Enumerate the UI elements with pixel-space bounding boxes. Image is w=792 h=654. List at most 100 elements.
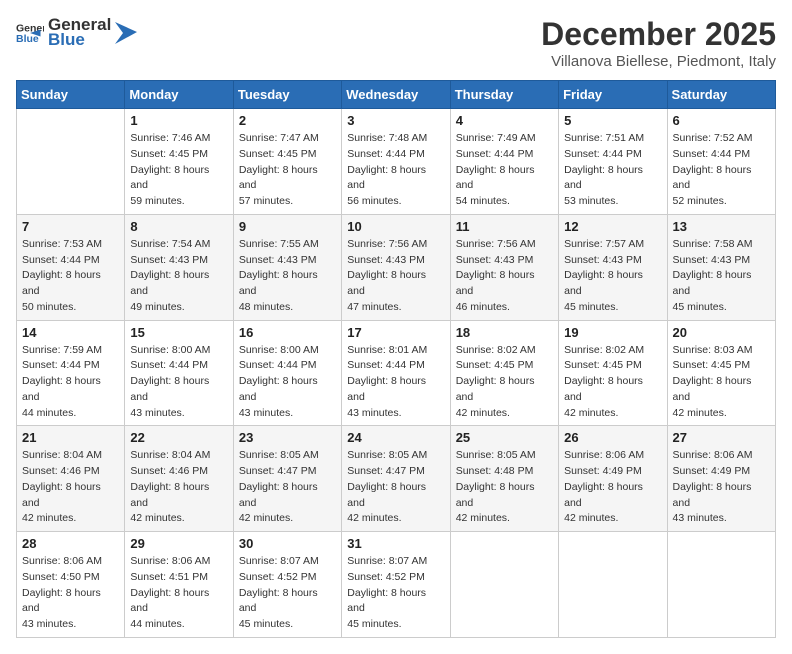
day-info: Sunrise: 7:57 AMSunset: 4:43 PMDaylight:…	[564, 237, 661, 316]
day-info: Sunrise: 7:56 AMSunset: 4:43 PMDaylight:…	[347, 237, 444, 316]
day-info: Sunrise: 7:56 AMSunset: 4:43 PMDaylight:…	[456, 237, 553, 316]
day-info: Sunrise: 8:02 AMSunset: 4:45 PMDaylight:…	[456, 343, 553, 422]
calendar-week-row: 7Sunrise: 7:53 AMSunset: 4:44 PMDaylight…	[17, 214, 776, 320]
day-number: 25	[456, 430, 553, 445]
calendar-cell: 24 Sunrise: 8:05 AMSunset: 4:47 PMDayligh…	[342, 426, 450, 532]
day-info: Sunrise: 8:01 AMSunset: 4:44 PMDaylight:…	[347, 343, 444, 422]
calendar-cell: 10 Sunrise: 7:56 AMSunset: 4:43 PMDayligh…	[342, 214, 450, 320]
calendar-cell: 3Sunrise: 7:48 AMSunset: 4:44 PMDaylight…	[342, 109, 450, 215]
calendar-cell	[667, 532, 775, 638]
calendar-cell	[559, 532, 667, 638]
weekday-header-friday: Friday	[559, 81, 667, 109]
logo-arrow-icon	[115, 22, 137, 44]
day-info: Sunrise: 8:04 AMSunset: 4:46 PMDaylight:…	[130, 448, 227, 527]
day-info: Sunrise: 8:04 AMSunset: 4:46 PMDaylight:…	[22, 448, 119, 527]
day-info: Sunrise: 8:05 AMSunset: 4:47 PMDaylight:…	[347, 448, 444, 527]
calendar-week-row: 28Sunrise: 8:06 AMSunset: 4:50 PMDayligh…	[17, 532, 776, 638]
calendar-cell: 19 Sunrise: 8:02 AMSunset: 4:45 PMDayligh…	[559, 320, 667, 426]
day-info: Sunrise: 7:47 AMSunset: 4:45 PMDaylight:…	[239, 131, 336, 210]
calendar-cell: 15Sunrise: 8:00 AMSunset: 4:44 PMDayligh…	[125, 320, 233, 426]
calendar-cell: 13 Sunrise: 7:58 AMSunset: 4:43 PMDayligh…	[667, 214, 775, 320]
calendar-cell: 30 Sunrise: 8:07 AMSunset: 4:52 PMDayligh…	[233, 532, 341, 638]
day-number: 2	[239, 113, 336, 128]
weekday-header-tuesday: Tuesday	[233, 81, 341, 109]
day-info: Sunrise: 7:53 AMSunset: 4:44 PMDaylight:…	[22, 237, 119, 316]
calendar-cell: 9 Sunrise: 7:55 AMSunset: 4:43 PMDaylight…	[233, 214, 341, 320]
weekday-header-wednesday: Wednesday	[342, 81, 450, 109]
svg-text:Blue: Blue	[16, 32, 39, 44]
calendar-cell	[17, 109, 125, 215]
day-number: 29	[130, 536, 227, 551]
day-info: Sunrise: 8:05 AMSunset: 4:48 PMDaylight:…	[456, 448, 553, 527]
calendar-cell: 26 Sunrise: 8:06 AMSunset: 4:49 PMDayligh…	[559, 426, 667, 532]
day-number: 26	[564, 430, 661, 445]
location-subtitle: Villanova Biellese, Piedmont, Italy	[541, 53, 776, 70]
day-number: 17	[347, 325, 444, 340]
calendar-cell: 5 Sunrise: 7:51 AMSunset: 4:44 PMDaylight…	[559, 109, 667, 215]
logo-icon: General Blue	[16, 19, 44, 47]
calendar-cell: 7Sunrise: 7:53 AMSunset: 4:44 PMDaylight…	[17, 214, 125, 320]
day-number: 6	[673, 113, 770, 128]
calendar-week-row: 1 Sunrise: 7:46 AMSunset: 4:45 PMDaylight…	[17, 109, 776, 215]
calendar-table: SundayMondayTuesdayWednesdayThursdayFrid…	[16, 80, 776, 638]
day-number: 27	[673, 430, 770, 445]
day-number: 19	[564, 325, 661, 340]
day-info: Sunrise: 7:46 AMSunset: 4:45 PMDaylight:…	[130, 131, 227, 210]
day-info: Sunrise: 7:54 AMSunset: 4:43 PMDaylight:…	[130, 237, 227, 316]
calendar-cell: 16 Sunrise: 8:00 AMSunset: 4:44 PMDayligh…	[233, 320, 341, 426]
day-info: Sunrise: 8:06 AMSunset: 4:49 PMDaylight:…	[673, 448, 770, 527]
weekday-header-row: SundayMondayTuesdayWednesdayThursdayFrid…	[17, 81, 776, 109]
day-info: Sunrise: 7:58 AMSunset: 4:43 PMDaylight:…	[673, 237, 770, 316]
day-info: Sunrise: 8:06 AMSunset: 4:49 PMDaylight:…	[564, 448, 661, 527]
day-number: 20	[673, 325, 770, 340]
title-area: December 2025 Villanova Biellese, Piedmo…	[541, 16, 776, 70]
day-info: Sunrise: 8:00 AMSunset: 4:44 PMDaylight:…	[130, 343, 227, 422]
day-number: 21	[22, 430, 119, 445]
calendar-cell: 1 Sunrise: 7:46 AMSunset: 4:45 PMDaylight…	[125, 109, 233, 215]
day-number: 16	[239, 325, 336, 340]
calendar-cell: 28Sunrise: 8:06 AMSunset: 4:50 PMDayligh…	[17, 532, 125, 638]
calendar-cell: 20 Sunrise: 8:03 AMSunset: 4:45 PMDayligh…	[667, 320, 775, 426]
day-number: 13	[673, 219, 770, 234]
calendar-week-row: 14Sunrise: 7:59 AMSunset: 4:44 PMDayligh…	[17, 320, 776, 426]
calendar-cell: 12Sunrise: 7:57 AMSunset: 4:43 PMDayligh…	[559, 214, 667, 320]
day-number: 1	[130, 113, 227, 128]
day-info: Sunrise: 8:00 AMSunset: 4:44 PMDaylight:…	[239, 343, 336, 422]
calendar-cell: 23 Sunrise: 8:05 AMSunset: 4:47 PMDayligh…	[233, 426, 341, 532]
day-info: Sunrise: 7:48 AMSunset: 4:44 PMDaylight:…	[347, 131, 444, 210]
weekday-header-sunday: Sunday	[17, 81, 125, 109]
day-number: 23	[239, 430, 336, 445]
calendar-cell: 22 Sunrise: 8:04 AMSunset: 4:46 PMDayligh…	[125, 426, 233, 532]
calendar-cell: 6 Sunrise: 7:52 AMSunset: 4:44 PMDaylight…	[667, 109, 775, 215]
day-info: Sunrise: 8:07 AMSunset: 4:52 PMDaylight:…	[239, 554, 336, 633]
calendar-cell: 18 Sunrise: 8:02 AMSunset: 4:45 PMDayligh…	[450, 320, 558, 426]
calendar-cell: 21 Sunrise: 8:04 AMSunset: 4:46 PMDayligh…	[17, 426, 125, 532]
day-info: Sunrise: 8:06 AMSunset: 4:51 PMDaylight:…	[130, 554, 227, 633]
day-info: Sunrise: 8:05 AMSunset: 4:47 PMDaylight:…	[239, 448, 336, 527]
day-info: Sunrise: 8:07 AMSunset: 4:52 PMDaylight:…	[347, 554, 444, 633]
day-number: 5	[564, 113, 661, 128]
calendar-cell: 11 Sunrise: 7:56 AMSunset: 4:43 PMDayligh…	[450, 214, 558, 320]
day-number: 30	[239, 536, 336, 551]
day-info: Sunrise: 7:55 AMSunset: 4:43 PMDaylight:…	[239, 237, 336, 316]
day-number: 11	[456, 219, 553, 234]
day-number: 10	[347, 219, 444, 234]
day-info: Sunrise: 8:03 AMSunset: 4:45 PMDaylight:…	[673, 343, 770, 422]
day-number: 22	[130, 430, 227, 445]
weekday-header-saturday: Saturday	[667, 81, 775, 109]
day-number: 24	[347, 430, 444, 445]
day-number: 8	[130, 219, 227, 234]
day-number: 9	[239, 219, 336, 234]
logo: General Blue General Blue	[16, 16, 137, 49]
day-info: Sunrise: 7:52 AMSunset: 4:44 PMDaylight:…	[673, 131, 770, 210]
calendar-cell: 31Sunrise: 8:07 AMSunset: 4:52 PMDayligh…	[342, 532, 450, 638]
weekday-header-monday: Monday	[125, 81, 233, 109]
day-number: 18	[456, 325, 553, 340]
calendar-week-row: 21 Sunrise: 8:04 AMSunset: 4:46 PMDayligh…	[17, 426, 776, 532]
day-info: Sunrise: 7:59 AMSunset: 4:44 PMDaylight:…	[22, 343, 119, 422]
calendar-cell: 14Sunrise: 7:59 AMSunset: 4:44 PMDayligh…	[17, 320, 125, 426]
calendar-cell: 17 Sunrise: 8:01 AMSunset: 4:44 PMDayligh…	[342, 320, 450, 426]
day-info: Sunrise: 8:02 AMSunset: 4:45 PMDaylight:…	[564, 343, 661, 422]
day-info: Sunrise: 7:51 AMSunset: 4:44 PMDaylight:…	[564, 131, 661, 210]
calendar-cell	[450, 532, 558, 638]
